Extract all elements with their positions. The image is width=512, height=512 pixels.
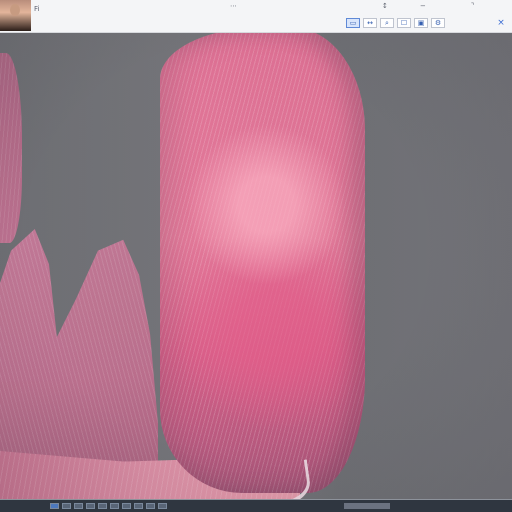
bottom-tool-button[interactable] <box>134 503 143 509</box>
bottom-toolbar <box>0 499 512 512</box>
bottom-tool-button[interactable] <box>74 503 83 509</box>
bottom-tool-button[interactable] <box>86 503 95 509</box>
move-tool-icon[interactable]: ↔ <box>363 18 377 28</box>
bottom-tool-button[interactable] <box>146 503 155 509</box>
view-tools: ▭ ↔ ⌕ ☐ ▣ ⚙ <box>346 18 445 28</box>
slide-image-viewport[interactable] <box>0 33 512 499</box>
app-label: Fi <box>34 5 40 13</box>
tissue-edge-highlight <box>252 459 313 499</box>
layout-tool-icon[interactable]: ▣ <box>414 18 428 28</box>
bottom-tool-button[interactable] <box>62 503 71 509</box>
tissue-region-upper-left <box>0 53 22 243</box>
settings-tool-icon[interactable]: ⚙ <box>431 18 445 28</box>
select-tool-icon[interactable]: ▭ <box>346 18 360 28</box>
bottom-tool-button[interactable] <box>50 503 59 509</box>
tissue-region-main <box>160 33 365 493</box>
close-tool-icon[interactable]: × <box>496 18 506 28</box>
window-tool-icon[interactable]: ☐ <box>397 18 411 28</box>
bottom-tool-button[interactable] <box>98 503 107 509</box>
bottom-tool-button[interactable] <box>122 503 131 509</box>
bottom-tool-button[interactable] <box>110 503 119 509</box>
top-status-arrows: ↕ <box>382 2 388 10</box>
top-status-corner: ⌝ <box>471 2 475 10</box>
bottom-tool-button[interactable] <box>158 503 167 509</box>
top-toolbar: Fi ⋯ ↕ − ⌝ ▭ ↔ ⌕ ☐ ▣ ⚙ × <box>0 0 512 33</box>
user-avatar[interactable] <box>0 0 31 31</box>
top-status-dash: − <box>420 2 426 10</box>
zoom-tool-icon[interactable]: ⌕ <box>380 18 394 28</box>
bottom-tool-buttons <box>50 503 167 509</box>
horizontal-scrollbar-thumb[interactable] <box>344 503 390 509</box>
top-status-dots: ⋯ <box>230 2 237 10</box>
image-viewer-window: Fi ⋯ ↕ − ⌝ ▭ ↔ ⌕ ☐ ▣ ⚙ × <box>0 0 512 512</box>
